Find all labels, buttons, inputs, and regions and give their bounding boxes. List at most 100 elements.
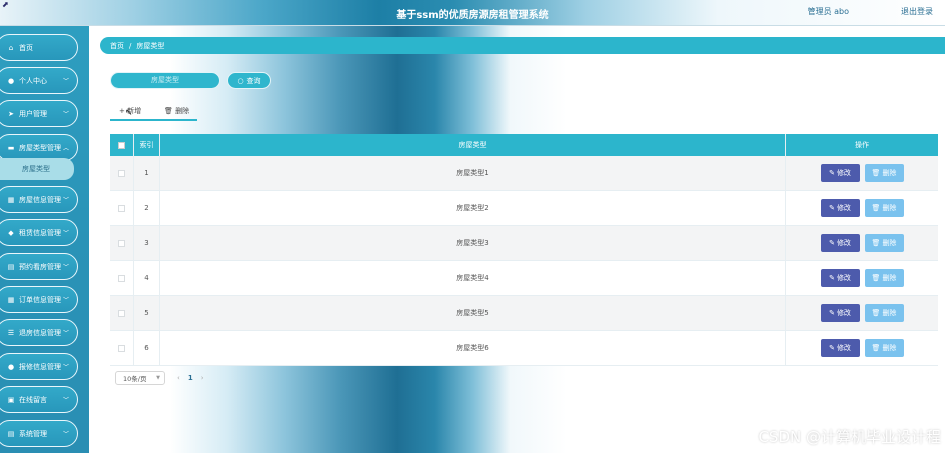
logout-link[interactable]: 退出登录 xyxy=(901,6,933,17)
sidebar-item-label: 预约看房管理 xyxy=(19,262,61,271)
row-checkbox[interactable] xyxy=(118,169,125,177)
app-title: 基于ssm的优质房源房租管理系统 xyxy=(396,10,549,21)
edit-button[interactable]: ✎ 修改 xyxy=(820,234,860,252)
row-select[interactable] xyxy=(110,331,134,365)
page-size-select[interactable]: 10条/页 ▼ xyxy=(115,371,165,385)
current-user[interactable]: 管理员 abo xyxy=(808,6,849,17)
edit-label: 修改 xyxy=(836,169,851,177)
delete-label: 删除 xyxy=(882,274,897,282)
delete-label: 删除 xyxy=(882,204,897,212)
edit-label: 修改 xyxy=(836,274,851,282)
edit-label: 修改 xyxy=(836,309,851,317)
trash-icon: 🗑 xyxy=(871,204,881,212)
sidebar-item-0[interactable]: ⌂ 首页 xyxy=(0,34,78,61)
search-input[interactable]: 房屋类型 xyxy=(110,72,220,89)
chevron-down-icon: ﹀ xyxy=(62,111,69,118)
chevron-down-icon: ﹀ xyxy=(62,230,69,237)
delete-button[interactable]: 🗑 删除 xyxy=(864,339,904,357)
row-select[interactable] xyxy=(110,296,134,330)
bulk-delete-button[interactable]: 🗑 删除 xyxy=(164,106,189,116)
search-icon: ○ xyxy=(237,76,244,85)
row-actions: ✎ 修改 🗑 删除 xyxy=(786,296,938,330)
delete-button[interactable]: 🗑 删除 xyxy=(864,199,904,217)
breadcrumb-home[interactable]: 首页 xyxy=(110,41,124,51)
bulk-delete-label: 删除 xyxy=(175,107,190,115)
row-checkbox[interactable] xyxy=(118,309,125,317)
row-house-type: 房屋类型6 xyxy=(160,331,786,365)
edit-button[interactable]: ✎ 修改 xyxy=(820,164,860,182)
delete-label: 删除 xyxy=(882,309,897,317)
folder-icon: ▣ xyxy=(7,395,15,404)
row-actions: ✎ 修改 🗑 删除 xyxy=(786,156,938,190)
chevron-down-icon: ﹀ xyxy=(62,197,69,204)
sidebar-item-label: 报修信息管理 xyxy=(19,362,61,371)
row-checkbox[interactable] xyxy=(118,344,125,352)
sidebar-item-4[interactable]: ▦ 房屋信息管理 ﹀ xyxy=(0,186,78,213)
next-page-button[interactable]: › xyxy=(201,374,204,382)
row-checkbox[interactable] xyxy=(118,274,125,282)
row-checkbox[interactable] xyxy=(118,204,125,212)
pagination: 10条/页 ▼ ‹ 1 › xyxy=(115,371,204,385)
clipboard-icon: ▤ xyxy=(7,429,15,438)
sidebar-item-5[interactable]: ◆ 租赁信息管理 ﹀ xyxy=(0,219,78,246)
pencil-icon: ✎ xyxy=(829,169,835,177)
select-all-checkbox[interactable] xyxy=(118,141,125,149)
trash-icon: 🗑 xyxy=(871,239,881,247)
table-row: 2 房屋类型2 ✎ 修改 🗑 删除 xyxy=(110,191,938,226)
row-house-type: 房屋类型5 xyxy=(160,296,786,330)
table-row: 3 房屋类型3 ✎ 修改 🗑 删除 xyxy=(110,226,938,261)
sidebar-item-label: 首页 xyxy=(19,43,33,52)
search-button[interactable]: ○ 查询 xyxy=(227,72,271,89)
breadcrumb: 首页 / 房屋类型 xyxy=(100,37,945,54)
sidebar-item-label: 系统管理 xyxy=(19,429,47,438)
chevron-down-icon: ﹀ xyxy=(62,364,69,371)
sidebar-item-label: 退房信息管理 xyxy=(19,328,61,337)
edit-button[interactable]: ✎ 修改 xyxy=(820,269,860,287)
edit-label: 修改 xyxy=(836,344,851,352)
delete-label: 删除 xyxy=(882,239,897,247)
sidebar-item-label: 房屋信息管理 xyxy=(19,195,61,204)
chevron-down-icon: ﹀ xyxy=(62,297,69,304)
sidebar-item-9[interactable]: ● 报修信息管理 ﹀ xyxy=(0,353,78,380)
user-icon: ● xyxy=(7,362,15,371)
row-actions: ✎ 修改 🗑 删除 xyxy=(786,261,938,295)
sidebar-subitem-house-type[interactable]: 房屋类型 xyxy=(0,158,74,180)
delete-button[interactable]: 🗑 删除 xyxy=(864,304,904,322)
row-select[interactable] xyxy=(110,191,134,225)
sidebar-item-2[interactable]: ➤ 用户管理 ﹀ xyxy=(0,100,78,127)
row-index: 6 xyxy=(134,331,160,365)
delete-label: 删除 xyxy=(882,344,897,352)
row-checkbox[interactable] xyxy=(118,239,125,247)
row-select[interactable] xyxy=(110,226,134,260)
table-row: 4 房屋类型4 ✎ 修改 🗑 删除 xyxy=(110,261,938,296)
pencil-icon: ✎ xyxy=(829,204,835,212)
edit-button[interactable]: ✎ 修改 xyxy=(820,199,860,217)
chevron-down-icon: ﹀ xyxy=(62,264,69,271)
breadcrumb-separator: / xyxy=(129,41,132,50)
row-house-type: 房屋类型3 xyxy=(160,226,786,260)
pencil-icon: ✎ xyxy=(829,344,835,352)
sidebar-item-7[interactable]: ▦ 订单信息管理 ﹀ xyxy=(0,286,78,313)
sidebar-item-8[interactable]: ☰ 退房信息管理 ﹀ xyxy=(0,319,78,346)
sidebar-item-1[interactable]: ● 个人中心 ﹀ xyxy=(0,67,78,94)
sidebar-item-11[interactable]: ▤ 系统管理 ﹀ xyxy=(0,420,78,447)
row-house-type: 房屋类型2 xyxy=(160,191,786,225)
row-index: 2 xyxy=(134,191,160,225)
delete-button[interactable]: 🗑 删除 xyxy=(864,164,904,182)
delete-button[interactable]: 🗑 删除 xyxy=(864,234,904,252)
edit-button[interactable]: ✎ 修改 xyxy=(820,304,860,322)
delete-button[interactable]: 🗑 删除 xyxy=(864,269,904,287)
sidebar-item-label: 订单信息管理 xyxy=(19,295,61,304)
pencil-icon: ✎ xyxy=(829,309,835,317)
row-index: 3 xyxy=(134,226,160,260)
header-select-all[interactable] xyxy=(110,134,134,156)
row-select[interactable] xyxy=(110,156,134,190)
edit-button[interactable]: ✎ 修改 xyxy=(820,339,860,357)
prev-page-button[interactable]: ‹ xyxy=(177,374,180,382)
sidebar-item-3[interactable]: ▬ 房屋类型管理 ︿ xyxy=(0,134,78,161)
sidebar-item-6[interactable]: ▤ 预约看房管理 ﹀ xyxy=(0,253,78,280)
row-select[interactable] xyxy=(110,261,134,295)
sidebar-item-10[interactable]: ▣ 在线留言 ﹀ xyxy=(0,386,78,413)
pencil-icon: ✎ xyxy=(829,239,835,247)
page-number[interactable]: 1 xyxy=(188,374,193,382)
